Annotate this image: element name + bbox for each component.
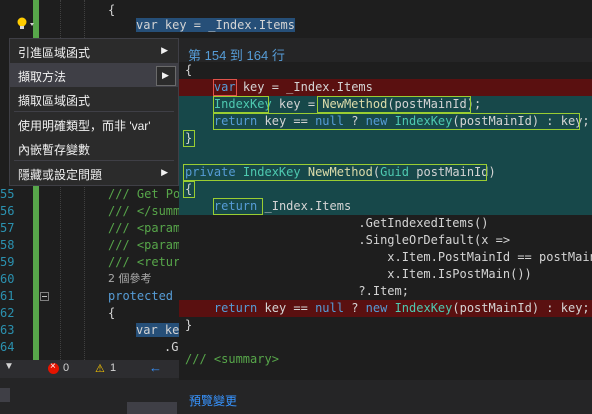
new-call-highlight	[317, 96, 471, 113]
line-number: 59	[0, 255, 15, 269]
preview-line-removed: var key = _Index.Items	[179, 79, 592, 96]
line-number: 55	[0, 187, 15, 201]
line-number: 58	[0, 238, 15, 252]
warning-count[interactable]: 1	[110, 362, 116, 374]
preview-line: .SingleOrDefault(x =>	[185, 233, 511, 247]
line-number: 64	[0, 340, 15, 354]
menu-item-label: 隱藏或設定問題	[18, 168, 103, 182]
collapse-toggle-icon[interactable]	[40, 292, 49, 301]
preview-line: {	[185, 63, 193, 77]
preview-code: { var key = _Index.Items IndexKey key = …	[179, 62, 592, 380]
menu-item-extract-local-function[interactable]: 擷取區域函式	[10, 87, 178, 111]
code-line: var key = _Index.Items	[136, 18, 295, 32]
preview-changes-link[interactable]: 預覽變更	[189, 392, 237, 409]
line-number: 57	[0, 221, 15, 235]
change-preview-panel: 第 154 到 164 行 { var key = _Index.Items I…	[179, 38, 592, 414]
line-number: 61	[0, 289, 15, 303]
menu-item-label: 引進區域函式	[18, 46, 91, 60]
added-method-signature-highlight	[183, 164, 487, 181]
preview-line: .GetIndexedItems()	[185, 216, 489, 230]
warning-icon[interactable]: ⚠	[95, 362, 105, 375]
preview-line: x.Item.IsPostMain())	[185, 267, 532, 281]
preview-line: x.Item.PostMainId == postMainId &&	[185, 250, 592, 264]
submenu-arrow-icon: ▶	[162, 70, 169, 80]
added-return-highlight	[213, 113, 580, 130]
panel-tab[interactable]	[0, 388, 10, 402]
menu-item-label: 擷取區域函式	[18, 94, 91, 108]
menu-item-label: 使用明確類型，而非 'var'	[18, 119, 151, 133]
code-line: /// </summ	[108, 204, 181, 218]
chevron-down-icon[interactable]: ▼	[4, 361, 14, 372]
changed-type-highlight	[213, 96, 269, 113]
submenu-arrow-icon: ▶	[161, 167, 168, 177]
code-line: protected	[108, 289, 181, 303]
menu-item-use-explicit-type[interactable]: 使用明確類型，而非 'var'	[10, 112, 178, 136]
preview-line: /// <summary>	[185, 352, 279, 366]
preview-line	[179, 334, 592, 351]
quick-actions-menu: 引進區域函式 ▶ 擷取方法 ▶ 擷取區域函式 使用明確類型，而非 'var' 內…	[9, 38, 179, 186]
menu-item-extract-method[interactable]: 擷取方法 ▶	[10, 63, 178, 87]
line-number: 63	[0, 323, 15, 337]
line-number: 56	[0, 204, 15, 218]
added-brace-highlight	[183, 130, 195, 147]
submenu-expand-button[interactable]: ▶	[156, 66, 176, 86]
menu-item-inline-temporary-variable[interactable]: 內嵌暫存變數	[10, 136, 178, 160]
preview-line: }	[185, 318, 193, 332]
line-number: 60	[0, 272, 15, 286]
line-number: 62	[0, 306, 15, 320]
code-line: /// <param	[108, 238, 181, 252]
preview-line-added	[179, 147, 592, 164]
menu-item-suppress-or-configure[interactable]: 隱藏或設定問題 ▶	[10, 161, 178, 185]
reference-count[interactable]: 2 個參考	[108, 272, 152, 286]
menu-item-label: 內嵌暫存變數	[18, 143, 91, 157]
submenu-arrow-icon: ▶	[161, 45, 168, 55]
bottom-panel	[0, 378, 179, 414]
preview-line-added: {	[179, 181, 592, 198]
error-count[interactable]: 0	[63, 362, 69, 374]
menu-item-label: 擷取方法	[18, 70, 67, 84]
navigate-back-icon[interactable]: ←	[149, 360, 162, 375]
code-line: /// <retur	[108, 255, 181, 269]
preview-line: ?.Item;	[185, 284, 409, 298]
preview-line-added: }	[179, 130, 592, 147]
code-line: /// Get Po	[108, 187, 181, 201]
code-line: {	[108, 3, 116, 17]
code-line: .G	[164, 340, 179, 354]
quick-actions-lightbulb-icon[interactable]	[16, 16, 38, 34]
preview-line-removed: return key == null ? new IndexKey(postMa…	[179, 300, 592, 317]
code-line: {	[108, 306, 116, 320]
error-icon[interactable]: ×	[48, 361, 59, 374]
menu-item-introduce-local-function[interactable]: 引進區域函式 ▶	[10, 39, 178, 63]
code-line: var ke	[136, 323, 180, 337]
added-return-keyword-highlight	[213, 198, 263, 215]
status-bar: ▼ × 0 ⚠ 1 ←	[0, 360, 179, 378]
code-line: /// <param	[108, 221, 181, 235]
added-brace-highlight	[183, 181, 195, 198]
removed-token-highlight	[213, 79, 237, 96]
panel-tab[interactable]	[127, 402, 177, 414]
